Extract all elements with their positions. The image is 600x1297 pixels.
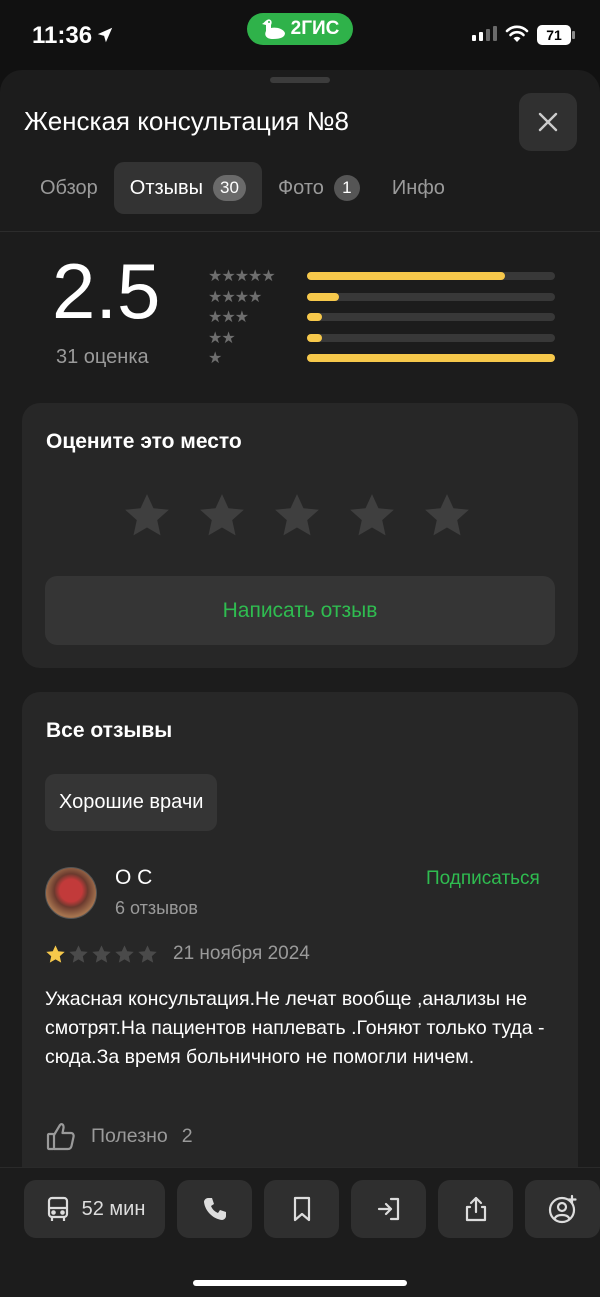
review-text: Ужасная консультация.Не лечат вообще ,ан… (45, 988, 545, 1068)
login-enter-icon (377, 1197, 399, 1221)
rate-place-card: Оцените это место Написать отзыв (22, 403, 578, 668)
tab-label: Инфо (391, 176, 445, 199)
distribution-row: ★★ (208, 328, 558, 349)
subscribe-button[interactable]: Подписаться (426, 868, 540, 890)
review-rating (45, 944, 158, 965)
tab-photos[interactable]: Фото 1 (262, 162, 376, 214)
distribution-bar-fill (307, 313, 322, 321)
share-button[interactable] (438, 1180, 513, 1238)
goose-logo-icon (261, 19, 285, 39)
star-icon[interactable] (122, 491, 172, 541)
bus-icon (47, 1196, 68, 1221)
call-button[interactable] (177, 1180, 252, 1238)
status-bar: 11:36 2ГИС 71 (0, 0, 600, 70)
rating-count: 31 оценка (56, 346, 149, 368)
distribution-row: ★★★ (208, 307, 558, 328)
distribution-stars: ★★★★★ (208, 266, 276, 285)
tab-reviews[interactable]: Отзывы 30 (113, 162, 262, 214)
star-icon[interactable] (197, 491, 247, 541)
review-date: 21 ноября 2024 (173, 943, 310, 964)
battery-level: 71 (546, 27, 562, 43)
close-icon (538, 112, 558, 132)
thumbs-up-icon (46, 1123, 75, 1151)
author-review-count: 6 отзывов (115, 898, 198, 918)
phone-icon (203, 1198, 226, 1220)
wifi-icon (505, 25, 529, 42)
distribution-stars: ★★★ (208, 307, 249, 326)
star-empty-icon (115, 945, 134, 963)
status-time: 11:36 (32, 22, 93, 49)
rate-card-title: Оцените это место (46, 430, 242, 453)
tab-count-badge: 1 (333, 175, 360, 201)
rating-distribution: ★★★★★ ★★★★ ★★★ ★★ ★ (208, 266, 558, 369)
add-friend-button[interactable] (525, 1180, 600, 1238)
helpful-count: 2 (181, 1124, 193, 1147)
sheet-drag-handle[interactable] (270, 77, 330, 83)
tab-info[interactable]: Инфо (376, 162, 461, 214)
reviews-card-title: Все отзывы (46, 719, 173, 742)
tab-count-badge: 30 (213, 175, 246, 201)
cellular-signal-icon (472, 26, 497, 41)
distribution-bar-fill (307, 333, 322, 342)
distribution-bar-fill (307, 292, 340, 301)
distribution-bar-track (307, 313, 555, 321)
write-review-button[interactable]: Написать отзыв (45, 576, 555, 645)
tab-bar: Обзор Отзывы 30 Фото 1 Инфо (24, 162, 461, 214)
place-sheet: Женская консультация №8 Обзор Отзывы 30 … (0, 70, 600, 1297)
distribution-bar-track (307, 272, 555, 280)
entrance-button[interactable] (351, 1180, 426, 1238)
review-tag-chip[interactable]: Хорошие врачи (45, 774, 218, 831)
add-user-icon (548, 1194, 577, 1224)
distribution-bar-track (307, 333, 555, 342)
distribution-bar-fill (307, 354, 555, 362)
star-empty-icon (92, 945, 111, 963)
route-button[interactable]: 52 мин (24, 1180, 165, 1238)
review-author[interactable]: О С (115, 866, 152, 890)
distribution-row: ★ (208, 348, 558, 369)
close-button[interactable] (519, 93, 577, 151)
route-time: 52 мин (81, 1197, 146, 1220)
star-icon[interactable] (272, 491, 322, 541)
bookmark-button[interactable] (264, 1180, 339, 1238)
home-indicator[interactable] (193, 1280, 407, 1286)
app-indicator-pill[interactable]: 2ГИС (247, 13, 353, 45)
distribution-stars: ★★★★ (208, 286, 262, 306)
location-arrow-icon (97, 27, 113, 43)
place-title: Женская консультация №8 (24, 106, 349, 136)
star-icon[interactable] (422, 491, 472, 541)
distribution-row: ★★★★ (208, 287, 558, 308)
battery-icon: 71 (537, 25, 571, 45)
helpful-label: Полезно (91, 1124, 168, 1147)
avatar[interactable] (45, 867, 97, 919)
rating-input (122, 491, 472, 541)
star-empty-icon (138, 945, 157, 963)
distribution-stars: ★★ (208, 327, 236, 347)
bottom-action-bar: 52 мин (0, 1167, 600, 1297)
tab-label: Обзор (40, 176, 98, 199)
tab-label: Отзывы (129, 176, 204, 199)
divider (0, 231, 600, 232)
helpful-button[interactable]: Полезно 2 (45, 1120, 193, 1152)
battery-tip (572, 31, 575, 39)
distribution-bar-track (307, 292, 555, 301)
star-empty-icon (69, 945, 88, 963)
distribution-row: ★★★★★ (208, 266, 558, 287)
distribution-bar-track (307, 354, 555, 362)
app-pill-label: 2ГИС (290, 18, 340, 39)
distribution-bar-fill (307, 272, 506, 280)
bookmark-icon (293, 1196, 310, 1222)
star-filled-icon (46, 945, 65, 963)
share-icon (465, 1196, 486, 1222)
distribution-stars: ★ (208, 348, 222, 367)
tab-overview[interactable]: Обзор (24, 162, 114, 214)
tab-label: Фото (277, 176, 324, 199)
star-icon[interactable] (347, 491, 397, 541)
average-rating: 2.5 (52, 247, 161, 335)
